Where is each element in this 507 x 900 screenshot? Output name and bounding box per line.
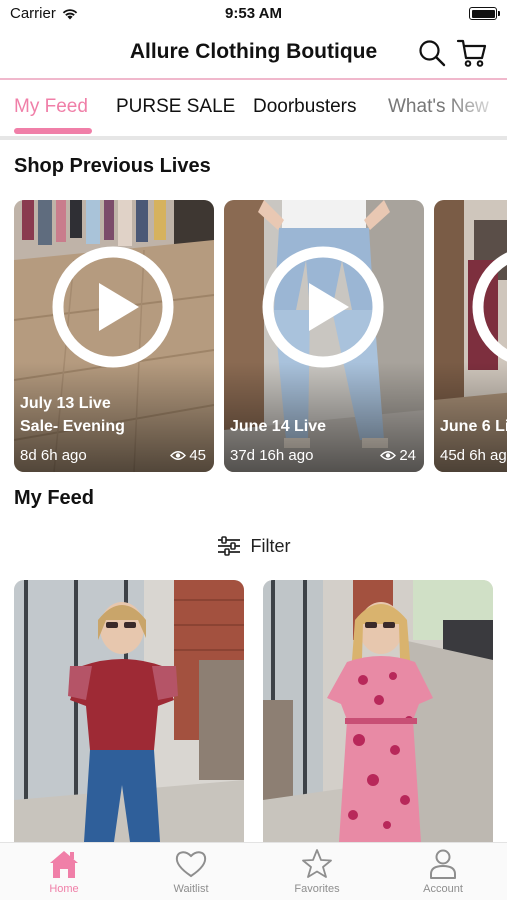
tab-account-label: Account [423, 883, 463, 895]
view-count: 24 [380, 447, 416, 464]
live-title: June 6 Live [440, 418, 507, 435]
tab-account[interactable]: Account [393, 848, 493, 900]
play-icon[interactable] [262, 246, 384, 368]
tab-home-label: Home [49, 883, 79, 895]
live-title: June 14 Live [230, 418, 327, 435]
view-count: 45 [170, 447, 206, 464]
product-image [14, 580, 244, 842]
live-card[interactable]: June 6 Live 45d 6h ago [434, 200, 507, 472]
product-image [263, 580, 493, 842]
clock: 9:53 AM [225, 5, 282, 22]
filter-label: Filter [250, 535, 291, 556]
home-icon [50, 851, 78, 878]
tab-favorites[interactable]: Favorites [267, 848, 367, 900]
category-tabs: My Feed PURSE SALE Doorbusters What's Ne… [0, 80, 507, 136]
tab-waitlist[interactable]: Waitlist [141, 848, 241, 900]
tab-purse-sale[interactable]: PURSE SALE [116, 96, 235, 118]
tab-favorites-label: Favorites [294, 883, 340, 895]
bottom-tab-bar: Home Waitlist Favorites Account [0, 842, 507, 900]
cart-icon [456, 39, 487, 67]
tab-my-feed[interactable]: My Feed [14, 96, 88, 118]
live-meta: 8d 6h ago 45 [20, 447, 206, 464]
tab-doorbusters[interactable]: Doorbusters [253, 96, 357, 118]
search-icon [419, 40, 446, 67]
product-card[interactable] [14, 580, 244, 842]
live-age: 8d 6h ago [20, 447, 87, 464]
previous-lives-heading: Shop Previous Lives [14, 155, 211, 177]
app-header: Allure Clothing Boutique [0, 28, 507, 78]
play-icon[interactable] [472, 246, 507, 368]
play-icon[interactable] [52, 246, 174, 368]
tab-waitlist-label: Waitlist [173, 883, 209, 895]
live-meta: 45d 6h ago [440, 447, 507, 464]
live-meta: 37d 16h ago 24 [230, 447, 416, 464]
status-bar: Carrier 9:53 AM [0, 0, 507, 28]
my-feed-heading: My Feed [14, 487, 95, 509]
live-title: July 13 Live Sale- Evening [20, 395, 125, 435]
tabs-fade [447, 80, 507, 136]
live-age: 45d 6h ago [440, 447, 507, 464]
battery-icon [469, 7, 500, 20]
tab-home[interactable]: Home [14, 848, 114, 900]
previous-lives-carousel[interactable]: July 13 Live Sale- Evening 8d 6h ago 45 [0, 200, 507, 472]
heart-icon [175, 851, 207, 878]
cart-button[interactable] [456, 38, 487, 68]
person-icon [430, 849, 456, 879]
live-age: 37d 16h ago [230, 447, 314, 464]
product-card[interactable] [263, 580, 493, 842]
eye-icon [380, 451, 397, 460]
star-icon [302, 849, 332, 878]
active-tab-indicator [14, 128, 92, 134]
eye-icon [170, 451, 187, 460]
live-card[interactable]: June 14 Live 37d 16h ago 24 [224, 200, 424, 472]
search-button[interactable] [417, 38, 447, 68]
live-card[interactable]: July 13 Live Sale- Evening 8d 6h ago 45 [14, 200, 214, 472]
sliders-icon [217, 536, 240, 556]
tabs-divider [0, 136, 507, 140]
filter-button[interactable]: Filter [0, 533, 507, 559]
